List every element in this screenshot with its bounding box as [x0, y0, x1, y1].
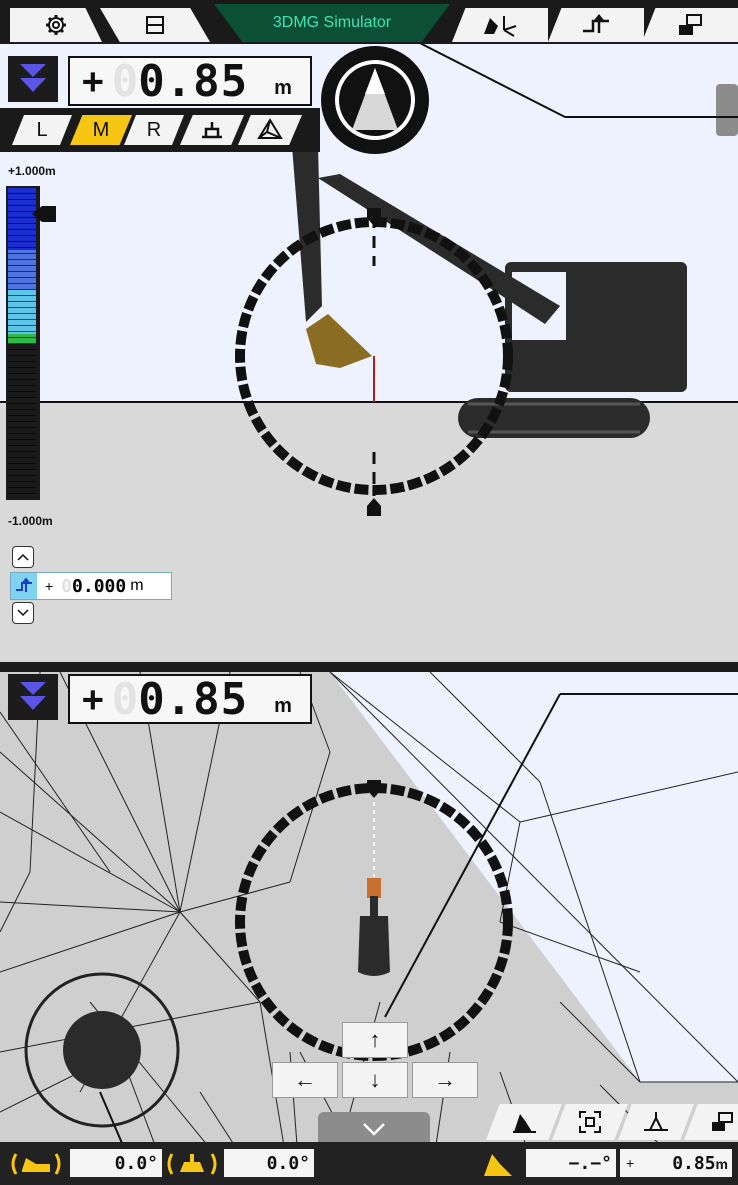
pitch-icon [11, 1153, 61, 1175]
move-left-button[interactable]: ← [272, 1062, 338, 1098]
switch-screen-icon [679, 14, 702, 35]
double-down-arrow-icon [20, 682, 46, 710]
excavator-icon [513, 1114, 536, 1133]
offset-down-button[interactable] [12, 602, 34, 624]
settings-button[interactable] [10, 8, 102, 42]
depth-ghost-digit: 0 [111, 55, 139, 107]
heading-marker-icon [367, 780, 381, 798]
switch-screen-button[interactable] [642, 8, 738, 42]
target-surface-icon [583, 13, 609, 33]
app-title: 3DMG Simulator [214, 4, 450, 42]
direction-indicator [8, 56, 58, 102]
direction-indicator-lower [8, 674, 58, 720]
split-view-button[interactable] [100, 8, 210, 42]
offset-up-button[interactable] [12, 546, 34, 568]
depth-unit: m [274, 694, 292, 717]
offset-sign: + [45, 578, 54, 594]
bottom-marker-icon [367, 498, 381, 516]
scale-bottom-label: -1.000m [8, 514, 53, 528]
height-readout: + 0.85m [620, 1149, 732, 1177]
zoom-fit-icon [579, 1111, 601, 1133]
gear-icon [46, 15, 66, 35]
compass-icon [321, 46, 429, 154]
height-value: 0.85 [672, 1152, 716, 1174]
top-view-panel [0, 672, 738, 1185]
joystick-knob[interactable] [63, 1011, 141, 1089]
chevron-down-icon [363, 1123, 385, 1136]
scale-pointer-icon [32, 206, 56, 222]
target-surface-button[interactable] [548, 8, 644, 42]
offset-value: 0.000 [72, 575, 127, 597]
pitch-value: 0.0° [70, 1149, 162, 1177]
chevron-up-icon [17, 553, 29, 561]
axis-view-icon [484, 16, 517, 37]
excavator-side-icon [292, 146, 687, 438]
depth-readout-upper: + 0 0.85 m [68, 55, 312, 107]
surface-icon [644, 1112, 668, 1131]
offset-target-icon [11, 573, 37, 599]
depth-sign: + [82, 60, 104, 102]
operator-icon [202, 122, 222, 139]
axis-view-button[interactable] [452, 8, 548, 42]
switch-screen-icon [712, 1112, 733, 1131]
depth-value: 0.85 [138, 55, 249, 107]
polyhedron-icon [257, 118, 283, 139]
side-panel-handle[interactable] [716, 84, 738, 136]
roll-value: 0.0° [224, 1149, 314, 1177]
level-scale [6, 186, 40, 500]
scale-top-label: +1.000m [8, 164, 56, 178]
view-divider [0, 662, 738, 672]
move-down-button[interactable]: ↓ [342, 1062, 408, 1098]
chevron-down-icon [17, 609, 29, 617]
height-unit: m [715, 1155, 728, 1172]
offset-unit: m [130, 577, 144, 594]
slope-excavator-icon [484, 1154, 512, 1176]
terrain-mesh [0, 672, 738, 1185]
depth-sign: + [82, 678, 104, 720]
roll-icon [167, 1153, 217, 1175]
offset-ghost-digit: 0 [61, 575, 73, 597]
depth-ghost-digit: 0 [111, 673, 139, 725]
slope-value: −.−° [526, 1149, 616, 1177]
height-sign: + [626, 1155, 635, 1171]
bucket-icon [306, 314, 372, 368]
move-right-button[interactable]: → [412, 1062, 478, 1098]
collapse-panel-button[interactable] [318, 1112, 430, 1146]
move-up-button[interactable]: ↑ [342, 1022, 408, 1058]
depth-readout-lower: + 0 0.85 m [68, 673, 312, 725]
top-toolbar: 3DMG Simulator [0, 0, 738, 44]
offset-field[interactable]: + 0 0.000 m [10, 572, 172, 600]
depth-unit: m [274, 76, 292, 99]
double-down-arrow-icon [20, 64, 46, 92]
split-view-icon [146, 16, 164, 34]
excavator-top-icon [358, 878, 390, 976]
depth-value: 0.85 [138, 673, 249, 725]
